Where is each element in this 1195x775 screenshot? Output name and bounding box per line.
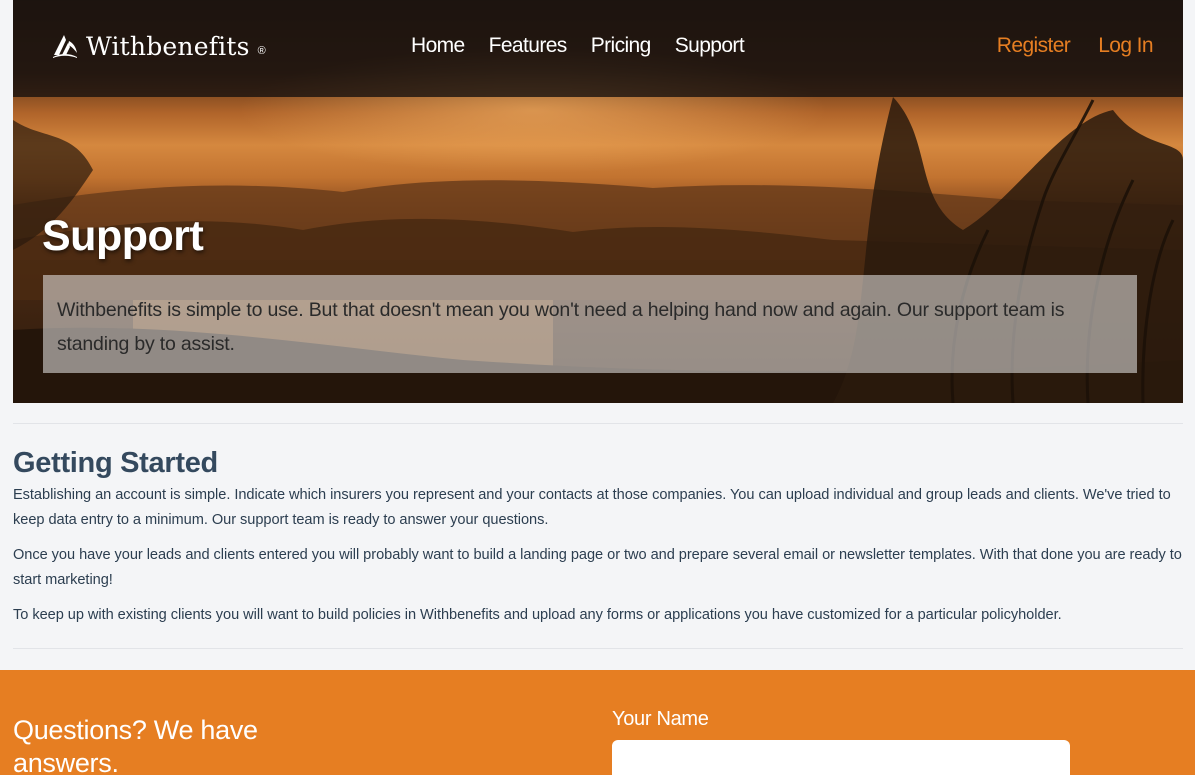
top-navbar: Withbenefits ® Home Features Pricing Sup… [13,0,1183,97]
main-nav: Home Features Pricing Support [411,34,745,58]
your-name-input[interactable] [612,740,1070,775]
register-link[interactable]: Register [997,34,1071,58]
page-title: Support [42,212,204,260]
account-nav: Register Log In [997,34,1154,58]
nav-pricing-link[interactable]: Pricing [591,34,652,58]
getting-started-paragraph: Establishing an account is simple. Indic… [13,487,1171,528]
brand-name: Withbenefits [86,31,250,61]
withbenefits-logo-icon [53,35,77,58]
nav-features-link[interactable]: Features [489,34,568,58]
hero-lead-text: Withbenefits is simple to use. But that … [43,275,1137,373]
getting-started-paragraph: To keep up with existing clients you wil… [13,607,1062,623]
getting-started-section: Getting Started Establishing an account … [13,447,1183,638]
login-link[interactable]: Log In [1098,34,1153,58]
hero-banner: Withbenefits ® Home Features Pricing Sup… [13,0,1183,403]
brand-logo[interactable]: Withbenefits ® [50,29,266,63]
your-name-label: Your Name [612,708,709,730]
nav-home-link[interactable]: Home [411,34,465,58]
contact-section: Questions? We have answers. Your Name [0,670,1195,775]
registered-mark: ® [257,45,266,57]
section-divider [13,423,1183,424]
contact-heading: Questions? We have answers. [13,715,258,775]
getting-started-heading: Getting Started [13,447,218,479]
section-divider [13,648,1183,649]
getting-started-paragraph: Once you have your leads and clients ent… [13,547,1182,588]
nav-support-link[interactable]: Support [675,34,745,58]
